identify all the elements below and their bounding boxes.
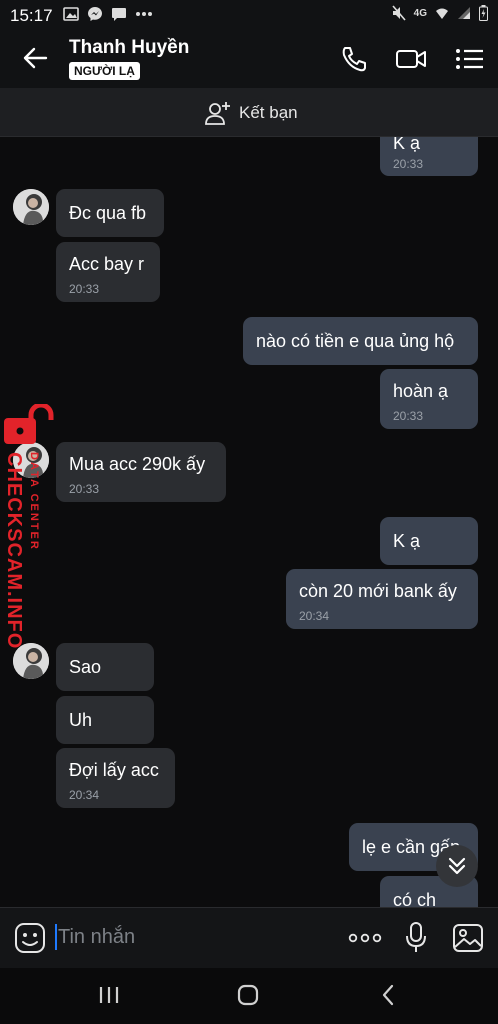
message-bubble-incoming[interactable]: Đc qua fb xyxy=(56,189,164,237)
avatar-photo xyxy=(13,189,49,225)
wifi-icon xyxy=(436,8,448,19)
more-notifications-icon xyxy=(136,12,152,16)
message-bubble-outgoing[interactable]: còn 20 mới bank ấy 20:34 xyxy=(286,569,478,629)
message-bubble-incoming[interactable]: Sao xyxy=(56,643,154,691)
battery-icon xyxy=(479,5,488,21)
microphone-icon[interactable] xyxy=(404,921,428,955)
recent-apps-icon[interactable] xyxy=(98,985,120,1005)
message-input[interactable]: Tin nhắn xyxy=(58,926,135,949)
status-time: 15:17 xyxy=(10,6,53,25)
more-options-icon[interactable] xyxy=(348,933,382,943)
watermark-subtext: DATA CENTER xyxy=(28,452,40,551)
system-navigation-bar xyxy=(0,968,498,1024)
chat-messages[interactable]: K ạ 20:33 Đc qua fb Acc bay r 20:33 nào … xyxy=(0,137,498,907)
add-friend-bar[interactable]: Kết bạn xyxy=(0,88,498,137)
message-bubble-outgoing[interactable]: nào có tiền e qua ủng hộ xyxy=(243,317,478,365)
menu-list-icon[interactable] xyxy=(454,44,486,74)
mute-icon xyxy=(392,5,406,21)
stranger-badge: NGƯỜI LẠ xyxy=(69,62,140,80)
message-bubble-outgoing[interactable]: K ạ xyxy=(380,517,478,565)
chat-header: Thanh Huyền NGƯỜI LẠ xyxy=(0,30,498,88)
message-bubble-incoming[interactable]: Đợi lấy acc 20:34 xyxy=(56,748,175,808)
phone-call-icon[interactable] xyxy=(339,44,371,74)
gallery-notification-icon xyxy=(63,7,79,21)
add-friend-icon xyxy=(205,102,230,125)
messenger-notification-icon xyxy=(88,7,102,21)
checkscam-watermark: CHECKSCAM.INFO DATA CENTER xyxy=(0,404,62,664)
home-icon[interactable] xyxy=(237,984,259,1006)
message-bubble-outgoing[interactable]: K ạ 20:33 xyxy=(380,137,478,176)
video-call-icon[interactable] xyxy=(395,44,427,74)
scroll-to-bottom-button[interactable] xyxy=(436,845,478,887)
message-bubble-incoming[interactable]: Uh xyxy=(56,696,154,744)
signal-icon xyxy=(458,7,470,19)
emoji-sticker-icon[interactable] xyxy=(14,922,46,954)
watermark-text: CHECKSCAM.INFO xyxy=(3,452,25,650)
nav-back-icon[interactable] xyxy=(381,984,395,1006)
image-gallery-icon[interactable] xyxy=(452,923,484,953)
padlock-icon xyxy=(4,404,54,444)
status-bar: 15:17 4G xyxy=(0,0,498,30)
chat-notification-icon xyxy=(112,7,126,21)
message-bubble-outgoing[interactable]: hoàn ạ 20:33 xyxy=(380,369,478,429)
double-chevron-down-icon xyxy=(448,857,466,875)
add-friend-label: Kết bạn xyxy=(239,103,298,122)
message-bubble-incoming[interactable]: Acc bay r 20:33 xyxy=(56,242,160,302)
network-type-label: 4G xyxy=(413,7,427,19)
contact-avatar[interactable] xyxy=(13,189,49,225)
contact-name[interactable]: Thanh Huyền xyxy=(69,37,189,59)
message-input-bar: Tin nhắn xyxy=(0,907,498,968)
back-arrow-icon[interactable] xyxy=(20,43,50,73)
message-bubble-incoming[interactable]: Mua acc 290k ấy 20:33 xyxy=(56,442,226,502)
text-caret xyxy=(55,924,57,950)
